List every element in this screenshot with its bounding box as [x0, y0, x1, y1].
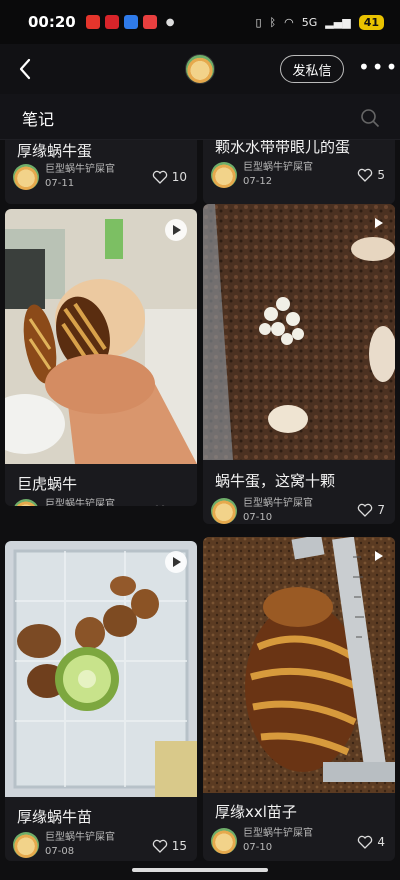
author-name: 巨型蜗牛铲屎官 [243, 162, 313, 173]
note-title: 颗水水带带眼儿的蛋 [215, 140, 351, 156]
author-avatar [211, 498, 237, 524]
heart-icon [358, 503, 373, 517]
wifi-icon: ◠ [284, 15, 294, 29]
heart-icon [152, 839, 167, 853]
video-play-icon [375, 551, 383, 561]
search-icon[interactable] [360, 108, 380, 128]
note-card[interactable]: 颗水水带带眼儿的蛋 巨型蜗牛铲屎官 07-12 5 [203, 140, 395, 204]
like-count: 7 [377, 503, 385, 517]
like-button[interactable]: 10 [152, 170, 187, 184]
video-play-icon [375, 218, 383, 228]
note-title: 厚缘蜗牛蛋 [17, 142, 93, 160]
back-arrow-icon[interactable] [14, 54, 40, 84]
video-play-icon [165, 219, 187, 241]
heart-icon [358, 835, 373, 849]
weibo-icon [85, 15, 100, 29]
notes-tab-title[interactable]: 笔记 [22, 106, 54, 130]
author-name: 巨型蜗牛铲屎官 [243, 828, 313, 839]
notification-icons: ● [85, 15, 174, 29]
notes-feed[interactable]: 厚缘蜗牛蛋 巨型蜗牛铲屎官 07-11 10 颗水水带带眼儿的蛋 巨型蜗牛铲屎官… [0, 140, 400, 880]
more-options-icon[interactable]: ••• [358, 57, 399, 77]
author-name: 巨型蜗牛铲屎官 [243, 498, 313, 509]
toutiao-icon [142, 15, 157, 29]
like-button[interactable]: 4 [357, 835, 385, 849]
status-bar: 00:20 ● ▯ ᛒ ◠ 5G ▂▄▆ 41 [0, 0, 400, 44]
vibrate-icon: ▯ [255, 15, 262, 29]
browser-app-icon [123, 15, 138, 29]
heart-icon [152, 170, 167, 184]
author-avatar [211, 828, 237, 854]
author-name: 巨型蜗牛铲屎官 [45, 832, 115, 843]
note-title: 巨虎蜗牛 [17, 475, 78, 493]
top-bar: 发私信 ••• [0, 44, 400, 94]
like-button[interactable]: 15 [152, 839, 187, 853]
like-button[interactable]: 7 [357, 503, 385, 517]
like-count: 18 [172, 505, 187, 506]
author-avatar [13, 832, 39, 858]
like-count: 4 [377, 835, 385, 849]
send-message-button[interactable]: 发私信 [280, 55, 344, 83]
note-title: 厚缘xxl苗子 [215, 803, 297, 821]
like-button[interactable]: 5 [357, 168, 385, 182]
home-indicator[interactable] [132, 868, 268, 872]
author-avatar [13, 499, 39, 506]
network-label: 5G [301, 15, 318, 29]
battery-level: 41 [358, 14, 384, 30]
post-date: 07-11 [45, 178, 75, 189]
video-play-icon [165, 551, 187, 573]
like-button[interactable]: 18 [152, 505, 187, 506]
author-name: 巨型蜗牛铲屎官 [45, 164, 115, 175]
heart-icon [155, 505, 165, 506]
like-count: 5 [377, 168, 385, 182]
like-count: 15 [171, 839, 187, 853]
note-card[interactable]: 厚缘蜗牛蛋 巨型蜗牛铲屎官 07-11 10 [5, 140, 197, 204]
status-time: 00:20 [28, 13, 76, 31]
note-cover-image [203, 204, 395, 460]
signal-icon: ▂▄▆ [325, 15, 351, 29]
note-card[interactable]: 蜗牛蛋，这窝十颗 巨型蜗牛铲屎官 07-10 7 [203, 204, 395, 524]
post-date: 07-12 [243, 176, 273, 187]
author-name: 巨型蜗牛铲屎官 [45, 499, 115, 506]
note-card[interactable]: 厚缘蜗牛苗 巨型蜗牛铲屎官 07-08 15 [5, 541, 197, 861]
note-cover-image [5, 541, 197, 797]
like-count: 10 [171, 170, 187, 184]
post-date: 07-08 [45, 846, 75, 857]
post-date: 07-10 [243, 512, 273, 523]
note-cover-image [203, 537, 395, 793]
note-card[interactable]: 厚缘xxl苗子 巨型蜗牛铲屎官 07-10 4 [203, 537, 395, 861]
note-title: 蜗牛蛋，这窝十颗 [215, 472, 336, 490]
note-card[interactable]: 巨虎蜗牛 巨型蜗牛铲屎官 07-10 18 [5, 209, 197, 506]
heart-icon [358, 168, 373, 182]
profile-avatar[interactable] [185, 54, 215, 84]
author-avatar [211, 162, 237, 188]
author-avatar [13, 164, 39, 190]
notes-tab-bar: 笔记 [0, 94, 400, 140]
note-title: 厚缘蜗牛苗 [17, 808, 93, 826]
note-cover-image [5, 209, 197, 464]
news-app-icon [104, 15, 119, 29]
system-status-icons: ▯ ᛒ ◠ 5G ▂▄▆ 41 [255, 14, 384, 30]
bluetooth-icon: ᛒ [269, 15, 277, 29]
post-date: 07-10 [243, 842, 273, 853]
